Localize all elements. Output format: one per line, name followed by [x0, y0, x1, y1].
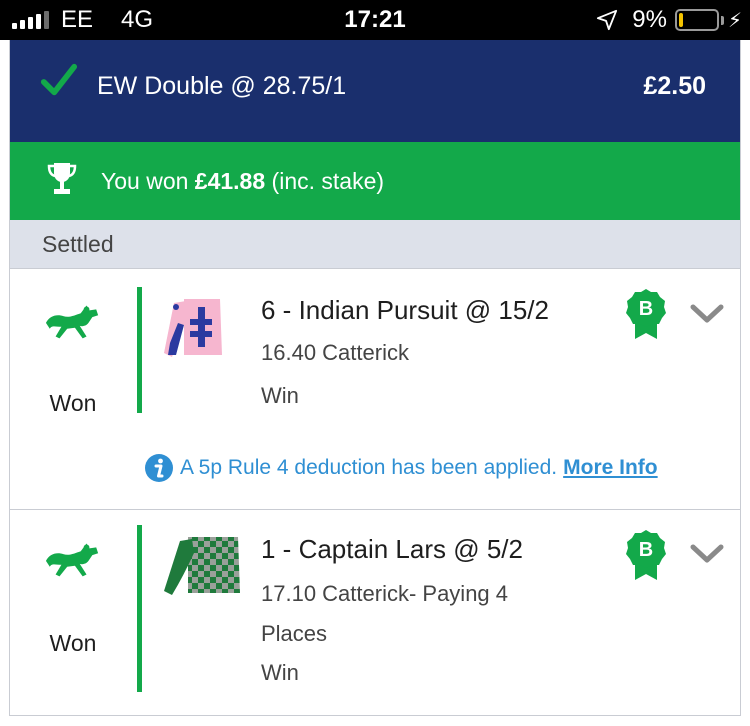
market-type: Win — [261, 660, 299, 685]
svg-text:B: B — [639, 539, 653, 561]
check-icon — [40, 63, 78, 96]
bet-card: EW Double @ 28.75/1 £2.50 You won £41.88… — [9, 40, 741, 716]
bet-title: EW Double @ 28.75/1 — [97, 72, 347, 100]
win-amount: £41.88 — [194, 168, 266, 194]
chevron-down-icon[interactable] — [690, 303, 724, 325]
more-info-link[interactable]: More Info — [563, 456, 658, 480]
selection-name: 6 - Indian Pursuit @ 15/2 — [261, 295, 549, 325]
status-line — [137, 525, 142, 692]
market-type: Win — [261, 383, 299, 408]
trophy-icon — [47, 163, 77, 194]
location-arrow-icon — [597, 9, 618, 31]
race-info: 17.10 Catterick- Paying 4 Places — [261, 581, 509, 646]
race-info: 16.40 Catterick — [261, 340, 409, 365]
bet-header[interactable]: EW Double @ 28.75/1 £2.50 — [10, 40, 740, 142]
horse-icon — [45, 305, 99, 339]
settled-label: Settled — [42, 231, 114, 257]
battery-icon — [674, 9, 719, 31]
horse-icon — [45, 543, 99, 577]
selection-row[interactable]: Won 6 - Indian Pursuit @ 15/2 16.40 Catt… — [10, 270, 740, 510]
status-line — [137, 287, 142, 413]
bog-badge-icon: B — [626, 289, 666, 339]
win-message: You won £41.88 (inc. stake) — [101, 168, 385, 194]
status-bar: EE 4G 17:21 9% ⚡ — [0, 0, 750, 40]
chevron-down-icon[interactable] — [690, 543, 724, 565]
rule4-notice: A 5p Rule 4 deduction has been applied. … — [144, 453, 658, 483]
bog-badge-icon: B — [626, 530, 666, 580]
selection-name: 1 - Captain Lars @ 5/2 — [261, 534, 523, 564]
silk-icon — [164, 537, 240, 595]
svg-text:B: B — [639, 298, 653, 320]
silk-icon — [164, 299, 222, 357]
selection-row[interactable]: Won 1 - Captain Lars @ 5/2 17.10 Catteri… — [10, 512, 740, 714]
bet-stake: £2.50 — [643, 72, 706, 100]
result-label: Won — [49, 630, 97, 656]
info-icon — [145, 454, 173, 482]
rule4-text: A 5p Rule 4 deduction has been applied. — [180, 456, 558, 479]
battery-percent: 9% — [632, 6, 667, 33]
settled-status-bar: Settled — [10, 220, 740, 269]
result-label: Won — [49, 390, 97, 416]
charging-icon: ⚡ — [727, 9, 742, 32]
win-banner: You won £41.88 (inc. stake) — [10, 142, 740, 220]
